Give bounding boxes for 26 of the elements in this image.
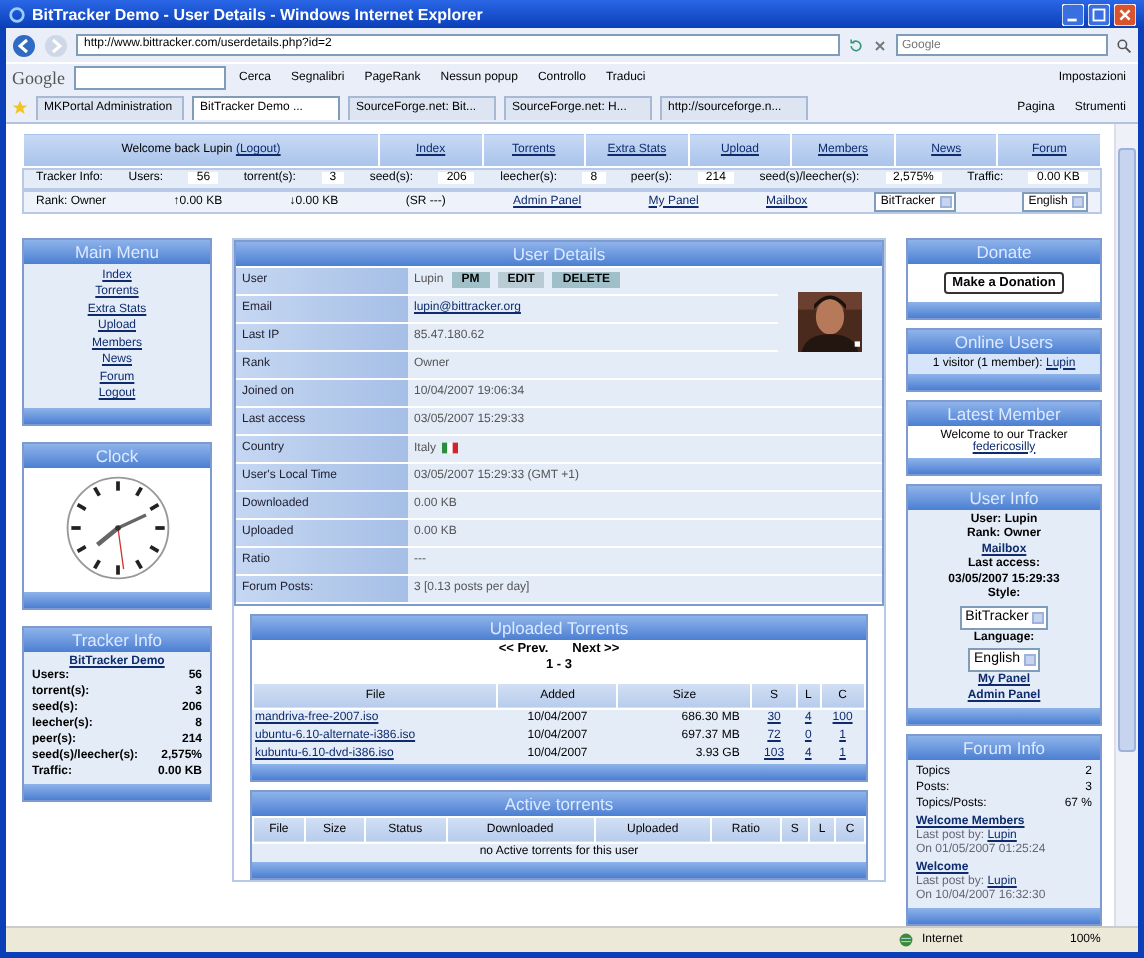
browser-logo-icon [8,5,26,23]
panel-title: Forum Info [908,736,1100,760]
panel-title: Uploaded Torrents [252,615,866,639]
panel-title: Online Users [908,329,1100,353]
scrollbar[interactable] [1114,124,1138,926]
back-icon[interactable] [12,33,36,57]
flag-icon [442,441,459,454]
globe-icon [898,932,914,948]
close-icon[interactable] [1114,3,1136,25]
refresh-icon[interactable] [848,37,864,53]
maximize-icon[interactable] [1088,3,1110,25]
stop-icon[interactable] [872,37,888,53]
panel-title: Main Menu [24,239,210,263]
search-icon[interactable] [1116,37,1132,53]
minimize-icon[interactable] [1062,3,1084,25]
panel-title: Active torrents [252,791,866,815]
google-logo: Google [12,68,65,88]
toolbar-search-field[interactable] [73,66,225,90]
panel-title: Latest Member [908,401,1100,425]
panel-title: User Info [908,485,1100,509]
panel-title: Donate [908,239,1100,263]
panel-title: Tracker Info [24,627,210,651]
panel-title: User Details [236,241,882,265]
window-title: BitTracker Demo - User Details - Windows Internet Explorer [32,5,485,23]
favorites-star-icon[interactable] [12,99,28,115]
panel-title: Clock [24,443,210,467]
